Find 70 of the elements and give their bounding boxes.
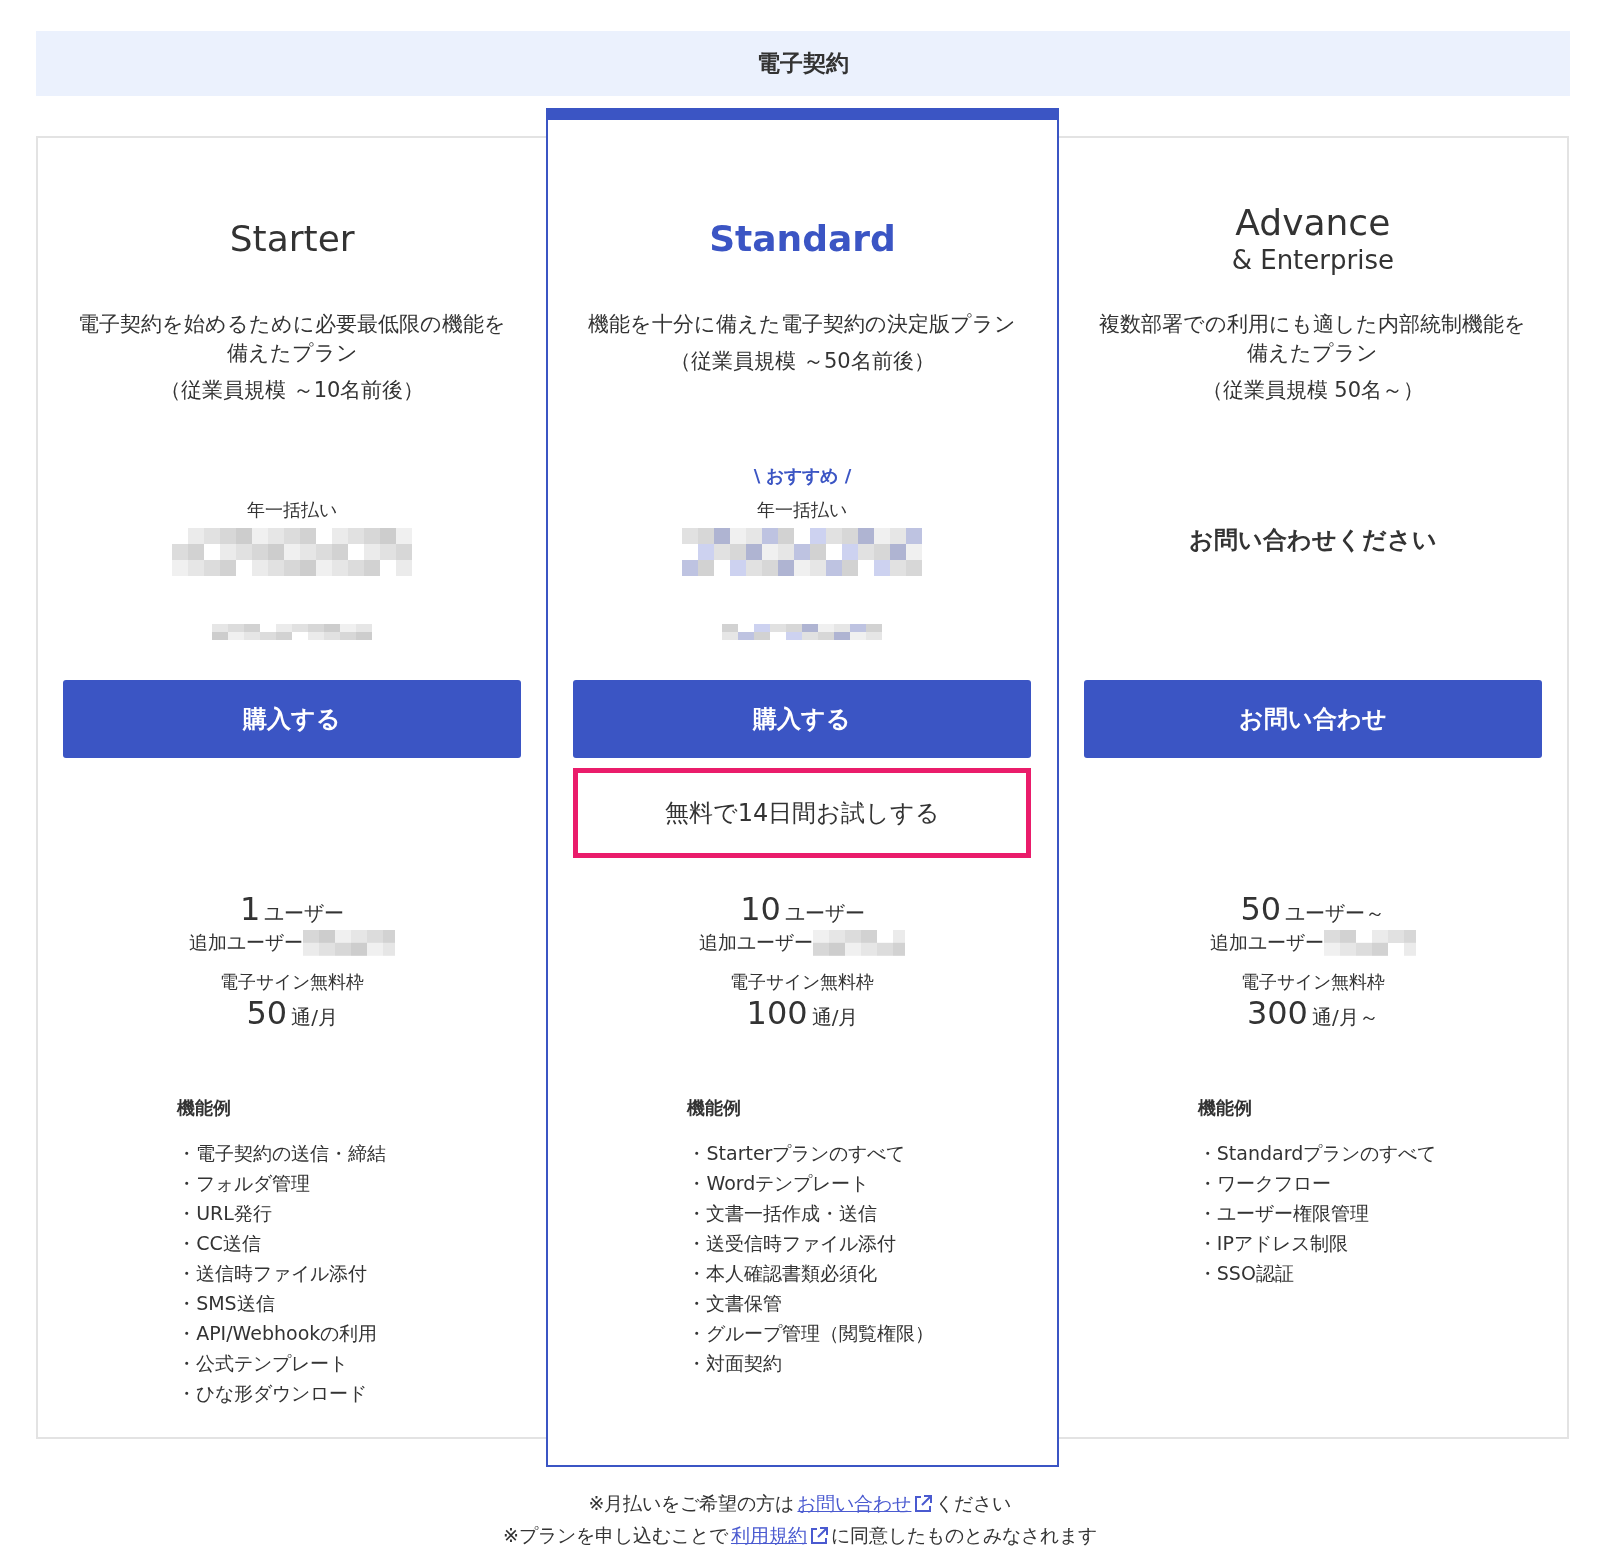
payment-label: 年一括払い [757,498,848,522]
sign-count: 100 [746,994,808,1032]
feature-item: ・Standardプランのすべて [1197,1141,1437,1166]
plan-button[interactable]: 購入する [63,680,522,758]
sign-unit: 通/月～ [1311,1004,1379,1031]
sign-unit: 通/月 [811,1004,859,1031]
employee-scale: （従業員規模 ～50名前後） [669,348,936,375]
sign-unit: 通/月 [291,1004,338,1031]
sign-count: 300 [1246,994,1308,1032]
note-text: ※月払いをご希望の方は [588,1491,795,1516]
sign-quota-label: 電子サイン無料枠 [220,970,365,994]
plan-description: 複数部署での利用にも適した内部統制機能を備えたプラン [1098,311,1528,367]
feature-item: ・SMS送信 [177,1291,275,1316]
note-link[interactable]: 利用規約 [730,1523,807,1549]
feature-item: ・送受信時ファイル添付 [687,1231,897,1256]
user-unit: ユーザー～ [1285,900,1386,927]
sign-quota-label: 電子サイン無料枠 [730,970,875,994]
employee-scale: （従業員規模 50名～） [1200,377,1425,404]
feature-item: ・CC送信 [177,1231,261,1256]
feature-item: ・対面契約 [687,1351,783,1376]
user-unit: ユーザー [784,900,865,927]
sign-count: 50 [246,994,288,1032]
plan-button[interactable]: 無料で14日間お試しする [573,768,1032,858]
feature-item: ・文書一括作成・送信 [687,1201,878,1226]
feature-item: ・送信時ファイル添付 [177,1261,368,1286]
plan-button[interactable]: お問い合わせ [1083,680,1542,758]
features-heading: 機能例 [1197,1096,1252,1120]
plan-description: 電子契約を始めるために必要最低限の機能を備えたプラン [77,311,508,367]
note-text: に同意したものとみなされます [830,1523,1097,1548]
extra-user-label: 追加ユーザー [189,930,304,955]
plan-name: Starter [229,217,355,259]
feature-item: ・Starterプランのすべて [687,1141,906,1166]
recommended-label: \ おすすめ / [753,465,852,486]
plan-name: Advance [1235,201,1391,243]
feature-item: ・ひな形ダウンロード [177,1381,368,1406]
employee-scale: （従業員規模 ～10名前後） [158,377,426,404]
feature-item: ・ワークフロー [1197,1171,1331,1196]
feature-item: ・電子契約の送信・締結 [177,1141,387,1166]
plan-button[interactable]: 購入する [573,680,1032,758]
feature-item: ・本人確認書類必須化 [687,1261,878,1286]
feature-item: ・グループ管理（閲覧権限） [687,1321,935,1346]
features-heading: 機能例 [177,1096,232,1120]
extra-user-label: 追加ユーザー [699,930,814,955]
plan-name: Standard [709,217,896,259]
payment-label: 年一括払い [247,498,338,522]
contact-message: お問い合わせください [1188,525,1437,556]
sign-quota-label: 電子サイン無料枠 [1240,970,1385,994]
feature-item: ・文書保管 [687,1291,783,1316]
external-link-icon [809,1527,828,1545]
user-unit: ユーザー [264,900,345,927]
extra-user-label: 追加ユーザー [1209,930,1324,955]
plan-subtitle: & Enterprise [1231,244,1394,275]
feature-item: ・ユーザー権限管理 [1197,1201,1369,1226]
feature-item: ・API/Webhookの利用 [177,1321,378,1346]
feature-item: ・Wordテンプレート [687,1171,870,1196]
plan-description: 機能を十分に備えた電子契約の決定版プラン [587,311,1018,338]
feature-item: ・フォルダ管理 [177,1171,311,1196]
note-link[interactable]: お問い合わせ [797,1491,912,1517]
user-count: 10 [740,890,781,928]
user-count: 50 [1240,890,1282,928]
feature-item: ・IPアドレス制限 [1197,1231,1348,1256]
note-text: ください [935,1491,1012,1516]
features-heading: 機能例 [687,1096,742,1120]
feature-item: ・公式テンプレート [177,1351,349,1376]
user-count: 1 [239,890,261,928]
feature-item: ・SSO認証 [1197,1261,1294,1286]
feature-item: ・URL発行 [177,1201,272,1226]
section-title: 電子契約 [757,49,849,78]
note-text: ※プランを申し込むことで [503,1523,728,1548]
external-link-icon [914,1495,933,1513]
